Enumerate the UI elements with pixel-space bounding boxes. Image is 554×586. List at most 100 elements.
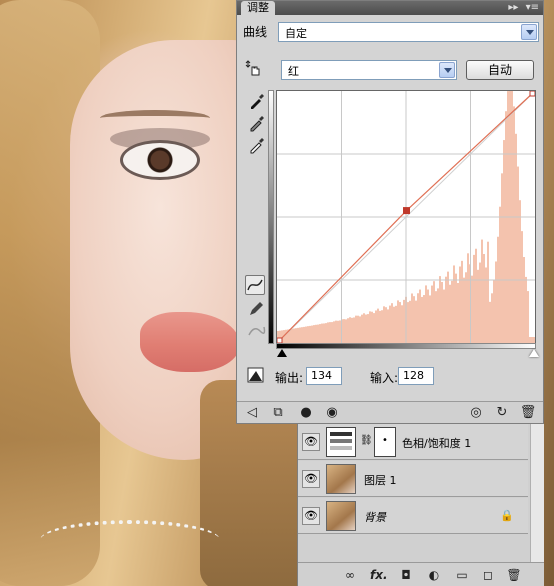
histogram-bar	[303, 326, 305, 343]
chevron-down-icon	[521, 24, 537, 40]
layer-row-1[interactable]: 👁 图层 1	[298, 461, 528, 497]
chevron-down-icon	[439, 62, 455, 78]
pencil-icon[interactable]	[246, 299, 266, 319]
layer-name[interactable]: 背景	[364, 509, 386, 525]
panel-menu-icon[interactable]: ▾≡	[526, 2, 539, 13]
layers-footer: ∞ fx. ◘ ◐ ▭ ◻ 🗑	[298, 562, 544, 586]
preset-value: 自定	[285, 27, 307, 40]
histogram-bar	[301, 327, 303, 343]
new-layer-icon[interactable]: ◻	[480, 567, 496, 583]
necklace	[40, 520, 220, 560]
histogram-bar	[461, 260, 463, 343]
eyedropper-black-icon[interactable]	[247, 91, 267, 111]
histogram-bar	[425, 285, 427, 343]
white-point-slider[interactable]	[529, 349, 539, 357]
link-icon[interactable]: ∞	[342, 567, 358, 583]
curve-svg[interactable]	[277, 91, 535, 343]
channel-dropdown[interactable]: 红	[281, 60, 457, 80]
histogram-bar	[381, 310, 383, 343]
eyedropper-gray-icon[interactable]	[247, 113, 267, 133]
eyebrow	[100, 110, 210, 126]
histogram-bar	[337, 320, 339, 343]
histogram-bar	[489, 301, 491, 343]
histogram-bar	[447, 271, 449, 343]
histogram-bar	[343, 319, 345, 343]
eyedropper-white-icon[interactable]	[247, 135, 267, 155]
histogram-bar	[423, 295, 425, 343]
histogram-bar	[485, 267, 487, 343]
histogram-bar	[465, 272, 467, 343]
clip-warning-icon[interactable]	[246, 365, 266, 385]
histogram-bar	[357, 315, 359, 343]
histogram-bar	[519, 200, 521, 343]
histogram-bar	[403, 299, 405, 343]
layer-mask-thumbnail[interactable]: •	[374, 427, 396, 457]
histogram-bar	[371, 311, 373, 343]
histogram-bar	[467, 253, 469, 343]
preset-dropdown[interactable]: 自定	[278, 22, 539, 42]
preview-icon[interactable]: ◎	[467, 404, 485, 422]
histogram-bar	[305, 326, 307, 343]
curve-point-icon[interactable]	[245, 275, 265, 295]
visibility-toggle-icon[interactable]: ●	[297, 404, 315, 422]
layer-name[interactable]: 图层 1	[364, 472, 397, 488]
histogram-bar	[463, 277, 465, 343]
input-field[interactable]: 128	[398, 367, 434, 385]
histogram-bar	[361, 314, 363, 343]
layer-row-background[interactable]: 👁 背景 🔒	[298, 498, 528, 534]
histogram-bar	[457, 282, 459, 343]
histogram-bar	[375, 310, 377, 343]
histogram-bar	[401, 305, 403, 343]
layer-name[interactable]: 色相/饱和度 1	[402, 435, 471, 451]
layer-row-adjustment[interactable]: 👁 ⛓ • 色相/饱和度 1	[298, 424, 528, 460]
auto-button[interactable]: 自动	[466, 60, 534, 80]
panel-tab[interactable]: 调整	[241, 1, 275, 15]
histogram-bar	[351, 317, 353, 343]
histogram-bar	[473, 254, 475, 343]
back-arrow-icon[interactable]: ◁	[243, 404, 261, 422]
histogram-bar	[499, 206, 501, 343]
eye-icon[interactable]: 👁	[302, 433, 320, 451]
adjustment-icon[interactable]: ◐	[426, 567, 442, 583]
clip-to-layer-icon[interactable]: ⧉	[269, 404, 287, 422]
histogram-bar	[491, 293, 493, 343]
eye-icon[interactable]: 👁	[302, 507, 320, 525]
folder-icon[interactable]: ▭	[454, 567, 470, 583]
eye-icon[interactable]: ◉	[323, 404, 341, 422]
curve-graph[interactable]	[276, 90, 536, 344]
histogram-bar	[407, 302, 409, 343]
histogram-bar	[527, 291, 529, 343]
histogram-bar	[325, 323, 327, 343]
layers-scrollbar[interactable]	[530, 424, 544, 562]
histogram-bar	[327, 322, 329, 343]
curve-end-point[interactable]	[529, 91, 535, 97]
histogram-bar	[451, 280, 453, 343]
histogram-bar	[523, 257, 525, 343]
curve-control-point[interactable]	[403, 207, 411, 215]
histogram-bar	[391, 303, 393, 343]
histogram-bar	[339, 320, 341, 343]
histogram-bar	[333, 321, 335, 343]
histogram-bar	[419, 289, 421, 343]
mask-icon[interactable]: ◘	[398, 567, 414, 583]
output-field[interactable]: 134	[306, 367, 342, 385]
histogram-bar	[379, 310, 381, 343]
histogram-bar	[517, 166, 519, 343]
fx-icon[interactable]: fx.	[370, 567, 388, 583]
histogram-bar	[365, 314, 367, 343]
trash-icon[interactable]: 🗑	[506, 567, 522, 583]
histogram-bar	[493, 280, 495, 343]
reset-icon[interactable]: ↻	[493, 404, 511, 422]
histogram-bar	[505, 111, 507, 343]
layer-thumbnail	[326, 464, 356, 494]
adjustment-thumbnail	[326, 427, 356, 457]
histogram-bar	[429, 295, 431, 343]
collapse-icon[interactable]: ▸▸	[508, 2, 518, 13]
link-chain-icon[interactable]: ⛓	[360, 435, 373, 446]
histogram-bar	[413, 296, 415, 343]
smooth-icon[interactable]	[246, 321, 266, 341]
hand-adjust-icon[interactable]	[243, 59, 263, 79]
delete-icon[interactable]: 🗑	[519, 404, 537, 422]
eye-icon[interactable]: 👁	[302, 470, 320, 488]
black-point-slider[interactable]	[277, 349, 287, 357]
